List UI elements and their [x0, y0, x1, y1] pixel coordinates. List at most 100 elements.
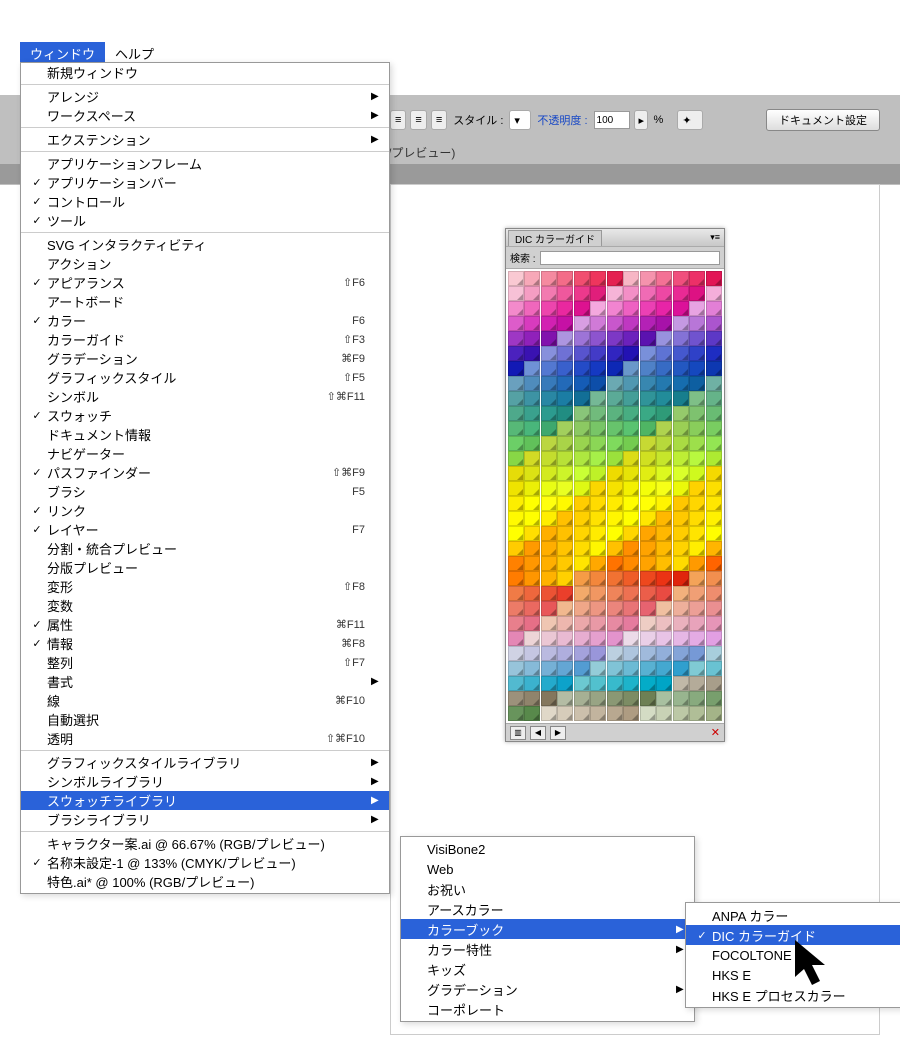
swatch[interactable] — [689, 676, 705, 691]
swatch[interactable] — [574, 286, 590, 301]
swatch[interactable] — [640, 526, 656, 541]
swatch[interactable] — [656, 406, 672, 421]
swatch[interactable] — [574, 271, 590, 286]
swatch[interactable] — [673, 331, 689, 346]
swatch[interactable] — [706, 661, 722, 676]
swatch[interactable] — [689, 331, 705, 346]
swatch[interactable] — [508, 391, 524, 406]
swatch[interactable] — [673, 406, 689, 421]
swatch[interactable] — [541, 286, 557, 301]
swatch[interactable] — [673, 301, 689, 316]
menu-item[interactable]: シンボル⇧⌘F11 — [21, 387, 389, 406]
library-menu-icon[interactable]: ▥ — [510, 726, 526, 740]
swatch[interactable] — [508, 601, 524, 616]
swatch[interactable] — [656, 346, 672, 361]
swatch[interactable] — [640, 496, 656, 511]
swatch[interactable] — [574, 346, 590, 361]
swatch[interactable] — [524, 646, 540, 661]
swatch[interactable] — [623, 661, 639, 676]
swatch[interactable] — [706, 331, 722, 346]
menu-item[interactable]: カラー特性▶ — [401, 939, 694, 959]
swatch[interactable] — [541, 586, 557, 601]
swatch[interactable] — [623, 496, 639, 511]
swatch[interactable] — [590, 271, 606, 286]
panel-tab[interactable]: DIC カラーガイド — [508, 230, 602, 246]
menu-item[interactable]: 変形⇧F8 — [21, 577, 389, 596]
swatch[interactable] — [656, 481, 672, 496]
swatch[interactable] — [541, 271, 557, 286]
swatch[interactable] — [689, 526, 705, 541]
swatch[interactable] — [557, 466, 573, 481]
swatch[interactable] — [673, 421, 689, 436]
swatch[interactable] — [508, 421, 524, 436]
menu-item[interactable]: カラーガイド⇧F3 — [21, 330, 389, 349]
swatch[interactable] — [524, 316, 540, 331]
menu-item[interactable]: SVG インタラクティビティ — [21, 235, 389, 254]
swatch[interactable] — [706, 631, 722, 646]
menu-item[interactable]: 新規ウィンドウ — [21, 63, 389, 82]
swatch[interactable] — [656, 571, 672, 586]
document-settings-button[interactable]: ドキュメント設定 — [766, 109, 880, 131]
swatch[interactable] — [590, 376, 606, 391]
menu-item[interactable]: グラフィックスタイル⇧F5 — [21, 368, 389, 387]
menu-item[interactable]: ワークスペース▶ — [21, 106, 389, 125]
swatch[interactable] — [689, 436, 705, 451]
swatch[interactable] — [541, 466, 557, 481]
swatch[interactable] — [673, 586, 689, 601]
swatch[interactable] — [524, 661, 540, 676]
swatch[interactable] — [706, 556, 722, 571]
swatch[interactable] — [640, 301, 656, 316]
swatch[interactable] — [640, 361, 656, 376]
swatch[interactable] — [607, 556, 623, 571]
swatch[interactable] — [706, 706, 722, 721]
swatch[interactable] — [640, 406, 656, 421]
menu-item[interactable]: HKS E — [686, 965, 900, 985]
swatch[interactable] — [656, 466, 672, 481]
swatch[interactable] — [524, 406, 540, 421]
swatch[interactable] — [557, 511, 573, 526]
swatch[interactable] — [541, 391, 557, 406]
swatch[interactable] — [623, 346, 639, 361]
swatch[interactable] — [574, 376, 590, 391]
swatch[interactable] — [673, 346, 689, 361]
swatch[interactable] — [623, 466, 639, 481]
swatch[interactable] — [574, 316, 590, 331]
swatch[interactable] — [607, 706, 623, 721]
swatch[interactable] — [524, 676, 540, 691]
swatch[interactable] — [607, 361, 623, 376]
swatch[interactable] — [524, 451, 540, 466]
menu-item[interactable]: ブラシライブラリ▶ — [21, 810, 389, 829]
swatch[interactable] — [706, 271, 722, 286]
swatch[interactable] — [623, 331, 639, 346]
swatch[interactable] — [673, 646, 689, 661]
swatch[interactable] — [623, 646, 639, 661]
menu-item[interactable]: ✓コントロール — [21, 192, 389, 211]
swatch[interactable] — [541, 451, 557, 466]
swatch[interactable] — [524, 286, 540, 301]
swatch[interactable] — [574, 661, 590, 676]
swatch[interactable] — [557, 406, 573, 421]
swatch[interactable] — [508, 646, 524, 661]
swatch[interactable] — [508, 466, 524, 481]
swatch[interactable] — [623, 691, 639, 706]
swatch[interactable] — [607, 391, 623, 406]
swatch[interactable] — [689, 631, 705, 646]
swatch[interactable] — [541, 616, 557, 631]
menu-item[interactable]: FOCOLTONE — [686, 945, 900, 965]
swatch[interactable] — [673, 691, 689, 706]
swatch[interactable] — [508, 631, 524, 646]
swatch[interactable] — [623, 571, 639, 586]
swatch[interactable] — [640, 286, 656, 301]
swatch[interactable] — [673, 316, 689, 331]
swatch[interactable] — [541, 526, 557, 541]
swatch[interactable] — [656, 541, 672, 556]
style-dropdown[interactable]: ▾ — [509, 110, 531, 130]
swatch[interactable] — [623, 436, 639, 451]
menu-item[interactable]: アートボード — [21, 292, 389, 311]
swatch[interactable] — [623, 316, 639, 331]
swatch[interactable] — [673, 571, 689, 586]
swatch[interactable] — [557, 496, 573, 511]
swatch[interactable] — [607, 436, 623, 451]
swatch[interactable] — [574, 331, 590, 346]
swatch[interactable] — [557, 286, 573, 301]
